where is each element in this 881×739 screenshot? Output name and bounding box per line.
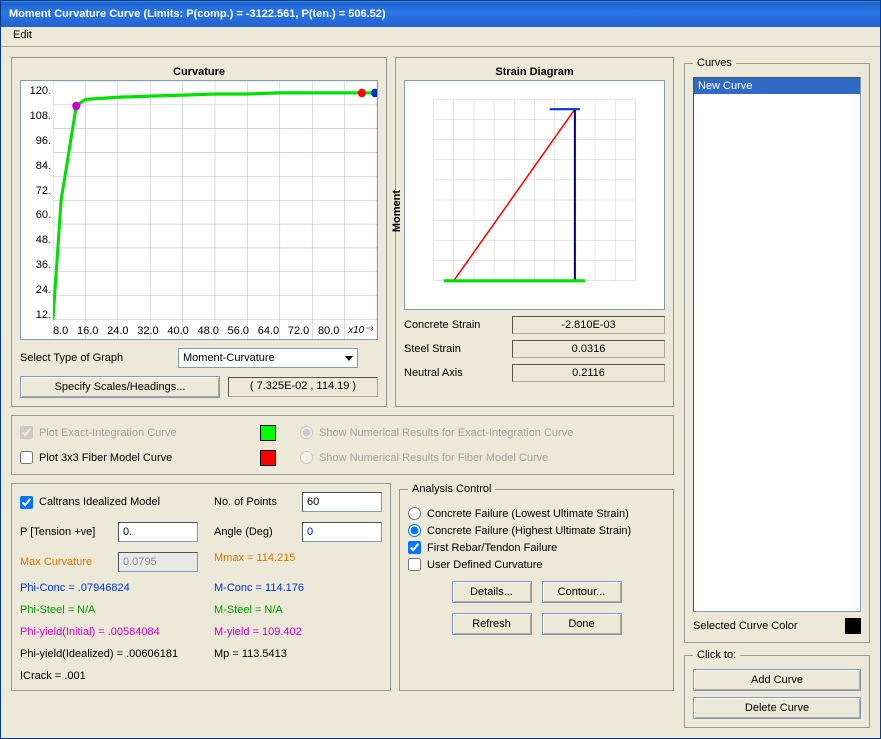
mmax-label: Mmax = 114.215 xyxy=(214,552,382,572)
radio-highest[interactable]: Concrete Failure (Highest Ultimate Strai… xyxy=(408,524,665,537)
curvature-controls-2: Specify Scales/Headings... ( 7.325E-02 ,… xyxy=(20,376,378,398)
curvature-panel: Curvature 120. 108. 96. 84. 72. 60. 48. … xyxy=(11,57,387,407)
strain-title: Strain Diagram xyxy=(404,66,665,78)
delete-curve-button[interactable]: Delete Curve xyxy=(693,697,861,719)
curve-actions-panel: Click to: Add Curve Delete Curve xyxy=(684,649,870,728)
phiyield-init-label: Phi-yield(Initial) = .00584084 xyxy=(20,626,198,638)
graph-type-combo[interactable]: Moment-Curvature xyxy=(178,348,358,368)
left-column: Curvature 120. 108. 96. 84. 72. 60. 48. … xyxy=(11,57,674,728)
concrete-strain-row: Concrete Strain -2.810E-03 xyxy=(404,316,665,334)
select-graph-label: Select Type of Graph xyxy=(20,352,170,364)
curvature-plot-area xyxy=(53,81,377,339)
mp-label: Mp = 113.5413 xyxy=(214,648,382,660)
check-rebar[interactable]: First Rebar/Tendon Failure xyxy=(408,541,665,554)
moment-axis-label: Moment xyxy=(391,190,403,232)
specify-scales-button[interactable]: Specify Scales/Headings... xyxy=(20,376,220,398)
app-window: Moment Curvature Curve (Limits: P(comp.)… xyxy=(0,0,881,739)
cursor-readout: ( 7.325E-02 , 114.19 ) xyxy=(228,377,378,397)
add-curve-button[interactable]: Add Curve xyxy=(693,669,861,691)
phiyield-ideal-label: Phi-yield(Idealized) = .00606181 xyxy=(20,648,198,660)
curves-panel: Curves New Curve Selected Curve Color xyxy=(684,57,870,643)
curvature-controls: Select Type of Graph Moment-Curvature xyxy=(20,348,378,368)
mconc-label: M-Conc = 114.176 xyxy=(214,582,382,594)
strain-plot[interactable] xyxy=(404,80,665,310)
curvature-plot[interactable]: 120. 108. 96. 84. 72. 60. 48. 36. 24. 12… xyxy=(20,80,378,340)
title-bar[interactable]: Moment Curvature Curve (Limits: P(comp.)… xyxy=(1,1,880,27)
steel-strain-value: 0.0316 xyxy=(512,340,665,358)
steel-strain-row: Steel Strain 0.0316 xyxy=(404,340,665,358)
refresh-button[interactable]: Refresh xyxy=(452,613,532,635)
menu-bar: Edit xyxy=(1,27,880,47)
plot-exact-check[interactable]: Plot Exact-Integration Curve xyxy=(20,426,260,439)
show-fiber-radio: Show Numerical Results for Fiber Model C… xyxy=(300,451,665,464)
p-input[interactable] xyxy=(118,522,198,542)
window-title: Moment Curvature Curve (Limits: P(comp.)… xyxy=(9,8,386,20)
details-button[interactable]: Details... xyxy=(452,581,532,603)
neutral-axis-value: 0.2116 xyxy=(512,364,665,382)
contour-button[interactable]: Contour... xyxy=(542,581,622,603)
exact-color-swatch xyxy=(260,425,276,441)
msteel-label: M-Steel = N/A xyxy=(214,604,382,616)
icrack-label: ICrack = .001 xyxy=(20,670,198,682)
caltrans-check[interactable]: Caltrans Idealized Model xyxy=(20,494,198,510)
menu-edit[interactable]: Edit xyxy=(7,27,38,43)
npoints-input[interactable] xyxy=(302,492,382,512)
concrete-strain-value: -2.810E-03 xyxy=(512,316,665,334)
curvature-title: Curvature xyxy=(20,66,378,78)
fiber-color-swatch xyxy=(260,450,276,466)
radio-lowest[interactable]: Concrete Failure (Lowest Ultimate Strain… xyxy=(408,507,665,520)
curves-listbox[interactable]: New Curve xyxy=(693,77,861,612)
done-button[interactable]: Done xyxy=(542,613,622,635)
analysis-control-panel: Analysis Control Concrete Failure (Lowes… xyxy=(399,483,674,691)
list-item[interactable]: New Curve xyxy=(694,78,860,94)
top-row: Curvature 120. 108. 96. 84. 72. 60. 48. … xyxy=(11,57,674,407)
right-column: Curves New Curve Selected Curve Color Cl… xyxy=(684,57,870,728)
chevron-down-icon xyxy=(345,356,353,361)
selected-color-swatch[interactable] xyxy=(845,618,861,634)
strain-panel: Strain Diagram xyxy=(395,57,674,407)
maxcurv-input xyxy=(118,552,198,572)
curvature-y-axis: 120. 108. 96. 84. 72. 60. 48. 36. 24. 12… xyxy=(21,81,53,339)
results-panel: Caltrans Idealized Model No. of Points P… xyxy=(11,483,391,691)
curvature-svg xyxy=(53,81,377,339)
curvature-x-axis: 8.0 16.0 24.0 32.0 40.0 48.0 56.0 64.0 7… xyxy=(53,325,373,337)
phisteel-label: Phi-Steel = N/A xyxy=(20,604,198,616)
check-user-curv[interactable]: User Defined Curvature xyxy=(408,558,665,571)
angle-input[interactable] xyxy=(302,522,382,542)
show-exact-radio: Show Numerical Results for Exact-Integra… xyxy=(300,426,665,439)
plot-fiber-check[interactable]: Plot 3x3 Fiber Model Curve xyxy=(20,451,260,464)
phiconc-label: Phi-Conc = .07946824 xyxy=(20,582,198,594)
plot-options-panel: Plot Exact-Integration Curve Show Numeri… xyxy=(11,415,674,475)
client-area: Curvature 120. 108. 96. 84. 72. 60. 48. … xyxy=(1,47,880,738)
strain-svg xyxy=(413,89,656,301)
myield-label: M-yield = 109.402 xyxy=(214,626,382,638)
neutral-axis-row: Neutral Axis 0.2116 xyxy=(404,364,665,382)
